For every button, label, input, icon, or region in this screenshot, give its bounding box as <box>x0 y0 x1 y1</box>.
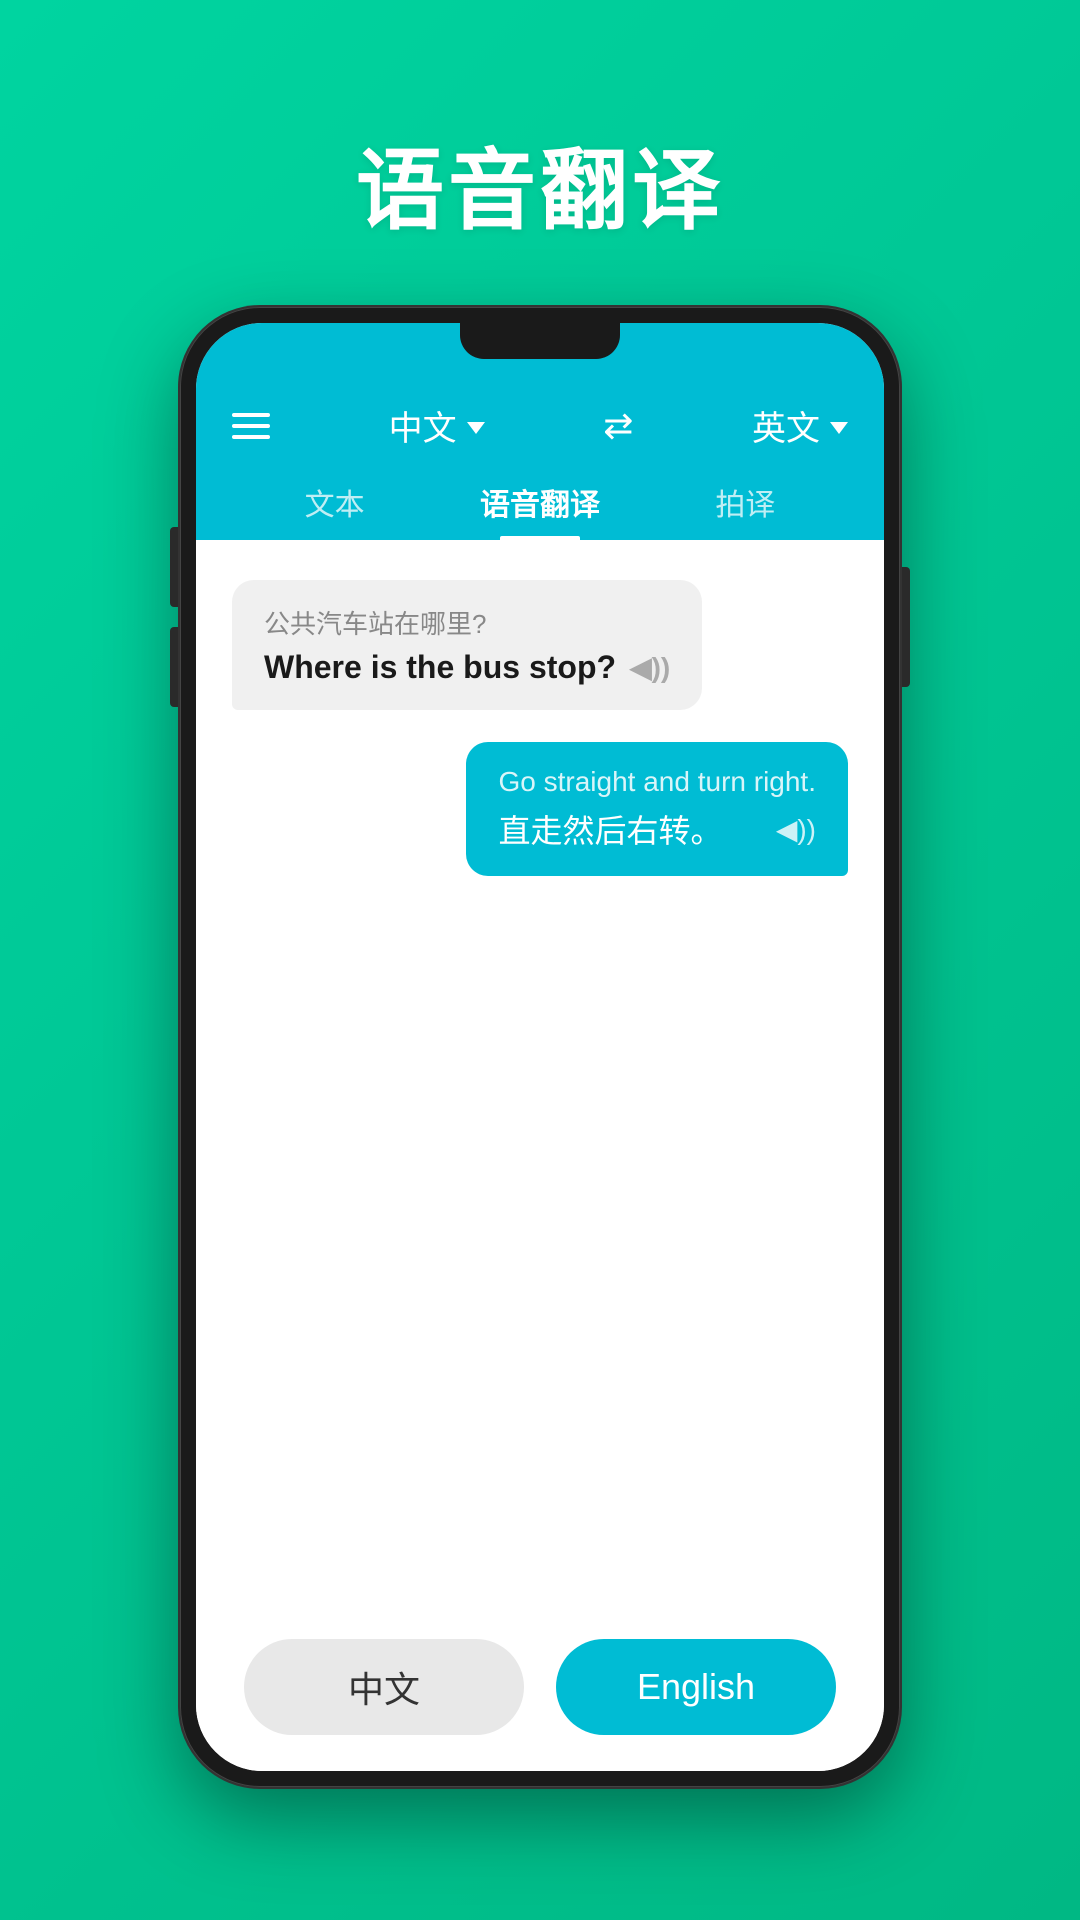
phone-device: 中文 ⇄ 英文 文本 语音翻译 拍译 <box>180 307 900 1787</box>
source-lang-chevron-icon <box>467 422 485 434</box>
page-title: 语音翻译 <box>356 120 724 247</box>
bubble-left: 公共汽车站在哪里? Where is the bus stop? ◀)) <box>232 580 702 710</box>
bubble-right: Go straight and turn right. 直走然后右转。 ◀)) <box>466 742 848 876</box>
message-translation-left: Where is the bus stop? ◀)) <box>264 649 670 686</box>
notch-area <box>196 323 884 383</box>
target-lang-chevron-icon <box>830 422 848 434</box>
message-original-left: 公共汽车站在哪里? <box>264 604 670 641</box>
target-language-selector[interactable]: 英文 <box>752 401 848 450</box>
header-top: 中文 ⇄ 英文 <box>232 401 848 466</box>
sound-icon-right[interactable]: ◀)) <box>776 813 816 846</box>
camera-notch <box>460 323 620 359</box>
tab-voice-translate[interactable]: 语音翻译 <box>437 466 642 540</box>
message-original-right: Go straight and turn right. <box>498 766 816 798</box>
sound-icon-left[interactable]: ◀)) <box>630 651 670 684</box>
target-language-label: 英文 <box>752 401 820 450</box>
swap-languages-button[interactable]: ⇄ <box>603 405 633 447</box>
phone-screen: 中文 ⇄ 英文 文本 语音翻译 拍译 <box>196 323 884 1771</box>
english-language-button[interactable]: English <box>556 1639 836 1735</box>
message-translation-right: 直走然后右转。 ◀)) <box>498 806 816 852</box>
source-language-selector[interactable]: 中文 <box>389 401 485 450</box>
bottom-bar: 中文 English <box>196 1615 884 1771</box>
tab-photo[interactable]: 拍译 <box>643 466 848 540</box>
source-language-label: 中文 <box>389 401 457 450</box>
tab-bar: 文本 语音翻译 拍译 <box>232 466 848 540</box>
chat-area: 公共汽车站在哪里? Where is the bus stop? ◀)) Go … <box>196 540 884 1615</box>
message-right: Go straight and turn right. 直走然后右转。 ◀)) <box>466 742 848 876</box>
app-header: 中文 ⇄ 英文 文本 语音翻译 拍译 <box>196 383 884 540</box>
tab-text[interactable]: 文本 <box>232 466 437 540</box>
menu-button[interactable] <box>232 413 270 439</box>
chinese-language-button[interactable]: 中文 <box>244 1639 524 1735</box>
message-left: 公共汽车站在哪里? Where is the bus stop? ◀)) <box>232 580 702 710</box>
